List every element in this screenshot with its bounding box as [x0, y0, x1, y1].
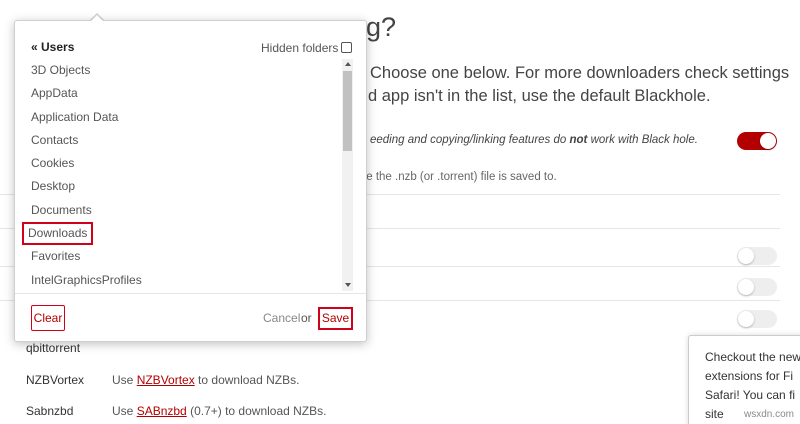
dialog-divider — [15, 293, 366, 294]
downloader-toggle[interactable] — [737, 310, 777, 328]
downloader-row-qbittorrent: qbittorrent — [26, 341, 112, 355]
folder-item-favorites[interactable]: Favorites — [31, 245, 341, 268]
folder-item-contacts[interactable]: Contacts — [31, 129, 341, 152]
downloader-name: NZBVortex — [26, 373, 85, 387]
hidden-folders-label: Hidden folders — [261, 41, 339, 55]
clear-button[interactable]: Clear — [31, 305, 65, 331]
downloader-description: Use SABnzbd (0.7+) to download NZBs. — [112, 404, 327, 418]
sabnzbd-link[interactable]: SABnzbd — [137, 404, 187, 418]
toggle-knob — [760, 133, 776, 149]
toggle-knob — [738, 248, 754, 264]
enabled-toggle[interactable] — [737, 132, 777, 150]
description-line-2: d app isn't in the list, use the default… — [368, 87, 711, 105]
downloader-row-nzbvortex: NZBVortex Use NZBVortex to download NZBs. — [26, 373, 299, 387]
breadcrumb-users[interactable]: « Users — [31, 40, 74, 54]
folder-item-3d-objects[interactable]: 3D Objects — [31, 59, 341, 82]
watermark: wsxdn.com — [744, 409, 795, 420]
cancel-link[interactable]: Cancel — [263, 311, 300, 325]
scroll-up-arrow-icon[interactable] — [345, 62, 351, 66]
downloader-name: Sabnzbd — [26, 404, 74, 418]
folder-item-appdata[interactable]: AppData — [31, 82, 341, 105]
downloader-row-sabnzbd: Sabnzbd Use SABnzbd (0.7+) to download NZ… — [26, 404, 326, 418]
downloader-name: qbittorrent — [26, 341, 81, 355]
folder-picker-dialog: « Users Hidden folders 3D Objects AppDat… — [14, 20, 367, 342]
save-button[interactable]: Save — [318, 307, 353, 330]
scroll-down-arrow-icon[interactable] — [345, 283, 351, 287]
folder-item-cookies[interactable]: Cookies — [31, 152, 341, 175]
downloader-toggle[interactable] — [737, 278, 777, 296]
folder-item-downloads[interactable]: Downloads — [22, 222, 94, 246]
hidden-folders-checkbox[interactable] — [341, 42, 352, 53]
folder-list: 3D Objects AppData Application Data Cont… — [22, 59, 341, 292]
description-line-1: Choose one below. For more downloaders c… — [370, 64, 790, 82]
folder-item-desktop[interactable]: Desktop — [31, 175, 341, 198]
toggle-knob — [738, 279, 754, 295]
folder-item-documents[interactable]: Documents — [31, 199, 341, 222]
folder-item-downloads-row: Downloads — [22, 222, 341, 246]
downloader-toggle[interactable] — [737, 247, 777, 265]
downloader-description: Use NZBVortex to download NZBs. — [112, 373, 300, 387]
folder-item-application-data[interactable]: Application Data — [31, 106, 341, 129]
page-description: Choose one below. For more downloaders c… — [368, 62, 800, 108]
toggle-knob — [738, 311, 754, 327]
blackhole-warning: eeding and copying/linking features do n… — [370, 134, 698, 146]
page-heading: g? — [366, 12, 397, 42]
help-text: ere the .nzb (or .torrent) file is saved… — [356, 171, 557, 183]
scroll-thumb[interactable] — [343, 71, 352, 151]
dialog-pointer-inner — [91, 15, 103, 21]
folder-item-intelgraphicsprofiles[interactable]: IntelGraphicsProfiles — [31, 269, 341, 292]
nzbvortex-link[interactable]: NZBVortex — [137, 373, 195, 387]
or-label: or — [301, 311, 312, 325]
